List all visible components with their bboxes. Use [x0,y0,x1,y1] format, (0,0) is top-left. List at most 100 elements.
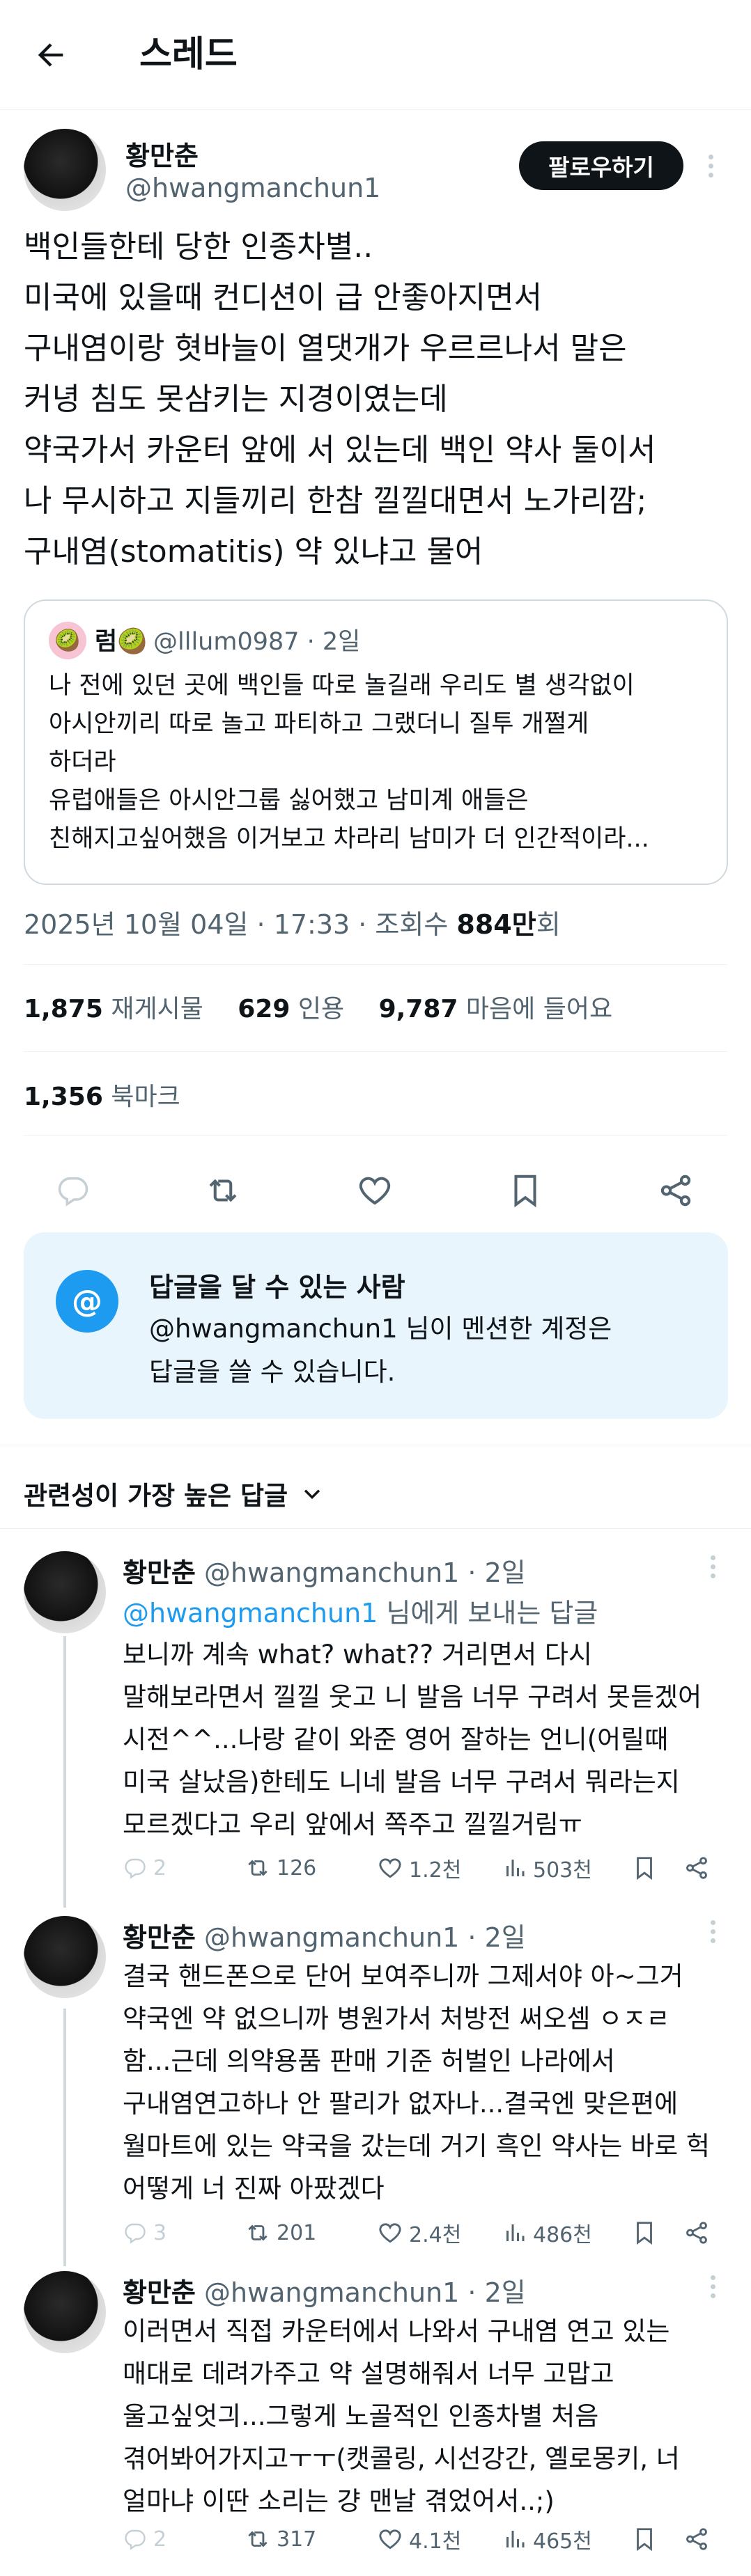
views-button[interactable]: 486천 [502,2215,592,2250]
heart-icon [379,2223,401,2243]
author-handle[interactable]: @hwangmanchun1 [125,173,380,203]
reply-header: 황만춘 @hwangmanchun1 · 2일 [123,1916,526,1954]
reply-avatar[interactable] [24,1916,106,1998]
back-button[interactable] [28,32,74,78]
reply-restriction-title: 답글을 달 수 있는 사람 [149,1272,405,1303]
quoted-post[interactable]: 🥝 럼🥝 @lllum0987 · 2일 나 전에 있던 곳에 백인들 따로 놀… [24,599,728,885]
reply-item[interactable]: 황만춘 @hwangmanchun1 · 2일 이러면서 직접 카운터에서 나와… [0,2271,751,2570]
divider [24,964,727,965]
at-mention-icon: @ [56,1270,118,1333]
reply-item[interactable]: 황만춘 @hwangmanchun1 · 2일 @hwangmanchun1 님… [0,1551,751,1899]
quote-text: 나 전에 있던 곳에 백인들 따로 놀길래 우리도 별 생각없이 아시안끼리 따… [49,667,718,858]
chevron-down-icon [304,1489,320,1500]
post-line: 나 무시하고 지들끼리 한참 낄낄대면서 노가리깜; [24,483,647,519]
bookmark-button[interactable] [631,1851,658,1885]
reply-item[interactable]: 황만춘 @hwangmanchun1 · 2일 결국 핸드폰으로 단어 보여주니… [0,1916,751,2257]
more-options-icon[interactable] [702,2265,723,2307]
like-button[interactable]: 4.1천 [377,2522,461,2557]
reply-line: 결국 핸드폰으로 단어 보여주니까 그제서야 아~그거 [123,1961,683,1991]
repost-icon [248,1860,268,1876]
replying-to: @hwangmanchun1 님에게 보내는 답글 [123,1592,598,1630]
reply-text: 이러면서 직접 카운터에서 나와서 구내염 연고 있는 매대로 데려가주고 약 … [123,2310,729,2522]
reply-button[interactable]: 2 [123,2522,167,2557]
quote-label[interactable]: 인용 [298,995,344,1023]
repost-icon [248,2224,268,2241]
reply-author-name: 황만춘 [123,1557,196,1588]
bookmark-button[interactable] [631,2215,658,2250]
reply-restriction-line: 답글을 쓸 수 있습니다. [149,1357,396,1387]
share-button[interactable] [683,2215,710,2250]
heart-icon [379,1858,401,1878]
bookmark-label[interactable]: 북마크 [111,1083,180,1111]
reply-count: 2 [153,1855,167,1880]
like-button[interactable] [354,1170,396,1211]
reply-avatar[interactable] [24,1551,106,1633]
views-button[interactable]: 465천 [502,2522,592,2557]
reply-button[interactable]: 2 [123,1851,167,1885]
more-options-icon[interactable] [702,1546,723,1587]
quote-line: 나 전에 있던 곳에 백인들 따로 놀길래 우리도 별 생각없이 [49,672,635,700]
repost-label[interactable]: 재게시물 [111,995,203,1023]
repost-button[interactable]: 201 [245,2215,316,2250]
quote-line: 하더라 [49,748,116,776]
repost-button[interactable]: 317 [245,2522,316,2557]
repost-button[interactable]: 126 [245,1851,316,1885]
heart-icon [379,2529,401,2550]
reply-restriction-description: @hwangmanchun1 님이 멘션한 계정은 답글을 쓸 수 있습니다. [149,1307,692,1394]
more-options-icon[interactable] [702,1910,723,1952]
reply-line: 어떻게 너 진짜 아팠겠다 [123,2174,385,2204]
author-avatar[interactable] [24,129,106,211]
bookmark-icon [637,1857,652,1880]
post-line: 구내염(stomatitis) 약 있냐고 물어 [24,534,483,570]
quote-author-handle: @lllum0987 · 2일 [153,628,361,656]
reply-sort-dropdown[interactable]: 관련성이 가장 높은 답글 [24,1475,324,1512]
view-count: 503천 [533,1858,592,1883]
views-button[interactable]: 503천 [502,1851,592,1885]
reply-action-bar: 3 201 2.4천 486천 [123,2215,722,2250]
reply-author-name: 황만춘 [123,2277,196,2308]
follow-button[interactable]: 팔로우하기 [519,141,683,190]
bookmark-icon [637,2222,652,2245]
like-count: 1.2천 [409,1858,462,1883]
post-line: 백인들한테 당한 인종차별.. [24,229,373,265]
sort-label: 관련성이 가장 높은 답글 [24,1481,288,1511]
quote-avatar: 🥝 [49,622,86,659]
reply-line: 울고싶엇긔...그렇게 노골적인 인종차별 처음 [123,2401,599,2431]
like-button[interactable]: 2.4천 [377,2215,461,2250]
reply-icon [125,2223,146,2244]
reply-icon [58,1177,88,1207]
like-label[interactable]: 마음에 들어요 [466,995,612,1023]
bookmark-count[interactable]: 1,356 [24,1083,103,1111]
reply-avatar[interactable] [24,2271,106,2353]
repost-count[interactable]: 1,875 [24,995,103,1023]
share-button[interactable] [683,2522,710,2557]
mention-link[interactable]: @hwangmanchun1 [123,1598,378,1628]
bookmark-button[interactable] [631,2522,658,2557]
more-options-icon[interactable] [700,145,721,187]
reply-text: 보니까 계속 what? what?? 거리면서 다시 말해보라면서 낄낄 웃고… [123,1633,729,1846]
post-line: 구내염이랑 혓바늘이 열댓개가 우르르나서 말은 [24,331,627,366]
share-button[interactable] [683,1851,710,1885]
analytics-icon [506,1860,525,1876]
repost-icon [248,2531,268,2547]
reply-line: 약국엔 약 없으니까 병원가서 처방전 써오셈 ㅇㅈㄹ [123,2004,670,2034]
reply-button[interactable] [52,1170,94,1211]
like-button[interactable]: 1.2천 [377,1851,461,1885]
reply-line: 시전^^...나랑 같이 와준 영어 잘하는 언니(어릴때 [123,1725,669,1754]
share-button[interactable] [655,1170,697,1211]
quote-count[interactable]: 629 [238,995,290,1023]
replying-to-suffix: 님에게 보내는 답글 [378,1598,598,1628]
reply-action-bar: 2 126 1.2천 503천 [123,1851,722,1885]
reply-header: 황만춘 @hwangmanchun1 · 2일 [123,1551,526,1589]
reply-line: 구내염연고하나 안 팔리가 없자나...결국엔 맞은편에 [123,2089,679,2119]
like-count[interactable]: 9,787 [379,995,458,1023]
reply-button[interactable]: 3 [123,2215,167,2250]
author-name[interactable]: 황만춘 [125,134,199,173]
divider [24,1051,727,1052]
bookmark-button[interactable] [504,1170,546,1211]
reply-restriction-line: @hwangmanchun1 님이 멘션한 계정은 [149,1314,612,1344]
post-timestamp: 2025년 10월 04일 · 17:33 · 조회수 884만회 [24,903,561,941]
repost-button[interactable] [202,1170,244,1211]
bookmark-icon [514,1175,536,1208]
post-action-bar [0,1156,751,1225]
